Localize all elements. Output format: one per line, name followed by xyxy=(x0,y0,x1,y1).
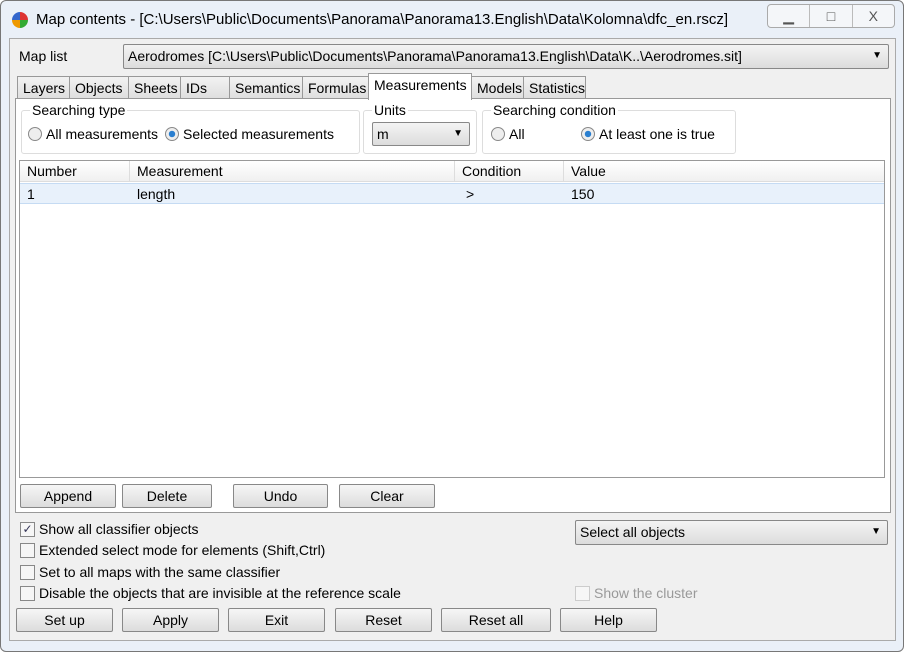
disable-invisible-checkbox[interactable]: Disable the objects that are invisible a… xyxy=(20,585,401,601)
checkbox-icon xyxy=(20,585,35,601)
table-row[interactable]: 1 length > 150 xyxy=(20,183,884,204)
reset-all-button[interactable]: Reset all xyxy=(441,608,551,632)
radio-all[interactable]: All xyxy=(491,126,525,142)
units-value: m xyxy=(377,126,389,142)
select-objects-combo[interactable]: Select all objects ▼ xyxy=(575,520,888,545)
checkbox-label: Show the cluster xyxy=(594,585,698,601)
tab-measurements[interactable]: Measurements xyxy=(368,73,472,100)
tab-layers[interactable]: Layers xyxy=(17,76,70,99)
chevron-down-icon: ▼ xyxy=(872,50,882,61)
column-header-condition[interactable]: Condition xyxy=(455,161,564,181)
close-button[interactable]: X xyxy=(853,5,894,27)
minimize-button[interactable]: ▁ xyxy=(768,5,811,27)
radio-label: Selected measurements xyxy=(183,126,334,142)
tab-sheets[interactable]: Sheets xyxy=(128,76,181,99)
checkmark-icon: ✓ xyxy=(20,521,35,537)
measurements-table[interactable]: Number Measurement Condition Value 1 len… xyxy=(19,160,885,478)
radio-checked-icon xyxy=(165,127,179,141)
app-icon xyxy=(12,12,28,28)
checkbox-label: Show all classifier objects xyxy=(39,521,199,537)
help-button[interactable]: Help xyxy=(560,608,657,632)
show-all-classifier-checkbox[interactable]: ✓ Show all classifier objects xyxy=(20,521,199,537)
undo-button[interactable]: Undo xyxy=(233,484,328,508)
select-objects-value: Select all objects xyxy=(580,524,686,540)
checkbox-icon xyxy=(20,542,35,558)
tab-semantics[interactable]: Semantics xyxy=(229,76,303,99)
map-list-label: Map list xyxy=(19,48,68,64)
tab-objects[interactable]: Objects xyxy=(69,76,129,99)
set-all-maps-checkbox[interactable]: Set to all maps with the same classifier xyxy=(20,564,280,580)
cell-measurement: length xyxy=(137,186,176,202)
cell-value: 150 xyxy=(571,186,595,202)
checkbox-icon xyxy=(20,564,35,580)
checkbox-icon xyxy=(575,585,590,601)
tab-models[interactable]: Models xyxy=(471,76,524,99)
radio-selected-measurements[interactable]: Selected measurements xyxy=(165,126,334,142)
extended-select-checkbox[interactable]: Extended select mode for elements (Shift… xyxy=(20,542,325,558)
apply-button[interactable]: Apply xyxy=(122,608,219,632)
show-cluster-checkbox[interactable]: Show the cluster xyxy=(575,585,698,601)
chevron-down-icon: ▼ xyxy=(453,128,463,139)
radio-all-measurements[interactable]: All measurements xyxy=(28,126,158,142)
column-header-measurement[interactable]: Measurement xyxy=(130,161,455,181)
setup-button[interactable]: Set up xyxy=(16,608,113,632)
radio-at-least-one[interactable]: At least one is true xyxy=(581,126,715,142)
radio-label: All xyxy=(509,126,525,142)
map-list-combo[interactable]: Aerodromes [C:\Users\Public\Documents\Pa… xyxy=(123,44,889,69)
checkbox-label: Disable the objects that are invisible a… xyxy=(39,585,401,601)
tab-statistics[interactable]: Statistics xyxy=(523,76,586,99)
tab-formulas[interactable]: Formulas xyxy=(302,76,369,99)
window-title: Map contents - [C:\Users\Public\Document… xyxy=(36,11,728,28)
units-label: Units xyxy=(372,102,408,118)
cell-condition: > xyxy=(466,186,475,202)
map-list-value: Aerodromes [C:\Users\Public\Documents\Pa… xyxy=(128,48,742,64)
cell-number: 1 xyxy=(27,186,35,202)
radio-icon xyxy=(491,127,505,141)
radio-label: All measurements xyxy=(46,126,159,142)
maximize-button[interactable]: □ xyxy=(810,5,853,27)
append-button[interactable]: Append xyxy=(20,484,116,508)
radio-icon xyxy=(28,127,42,141)
units-combo[interactable]: m ▼ xyxy=(372,122,470,146)
reset-button[interactable]: Reset xyxy=(335,608,432,632)
table-header: Number Measurement Condition Value xyxy=(20,161,884,182)
column-header-value[interactable]: Value xyxy=(564,161,884,181)
radio-checked-icon xyxy=(581,127,595,141)
clear-button[interactable]: Clear xyxy=(339,484,435,508)
checkbox-label: Set to all maps with the same classifier xyxy=(39,564,281,580)
checkbox-label: Extended select mode for elements (Shift… xyxy=(39,542,326,558)
searching-type-label: Searching type xyxy=(30,102,128,118)
column-header-number[interactable]: Number xyxy=(20,161,130,181)
delete-button[interactable]: Delete xyxy=(122,484,212,508)
window-controls: ▁ □ X xyxy=(767,4,895,28)
exit-button[interactable]: Exit xyxy=(228,608,325,632)
radio-label: At least one is true xyxy=(599,126,715,142)
chevron-down-icon: ▼ xyxy=(871,526,881,537)
searching-condition-label: Searching condition xyxy=(491,102,618,118)
tab-ids[interactable]: IDs xyxy=(180,76,230,99)
